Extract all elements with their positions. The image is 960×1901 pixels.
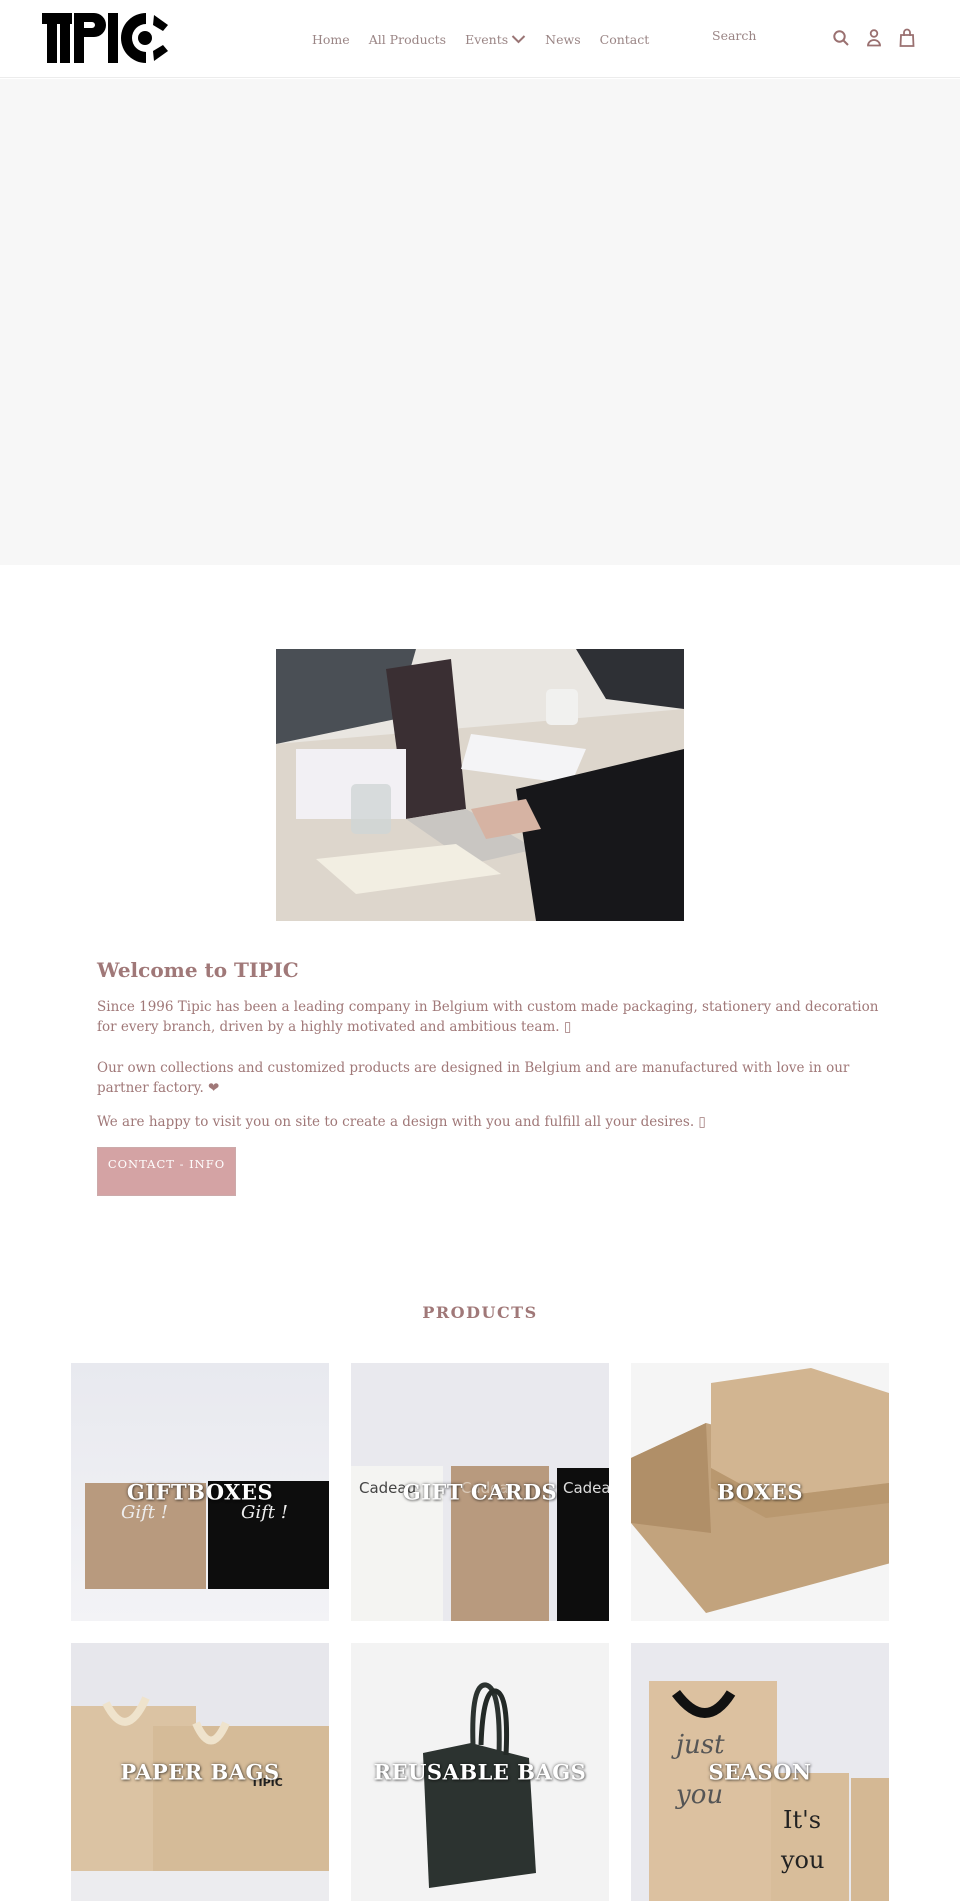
product-tile-paper-bags[interactable]: TIPIC PAPER BAGS [71, 1643, 329, 1901]
nav-contact-label: Contact [599, 31, 650, 47]
logo-mark-icon [42, 13, 168, 63]
header-icons [832, 28, 916, 48]
cart-icon[interactable] [898, 28, 916, 48]
search-input[interactable]: Search [712, 28, 812, 43]
product-label-gift-cards: GIFT CARDS [402, 1479, 558, 1505]
hero-banner [0, 79, 960, 565]
svg-text:Gift !: Gift ! [121, 1502, 168, 1523]
nav-home-label: Home [312, 31, 350, 47]
product-label-giftboxes: GIFTBOXES [126, 1479, 274, 1505]
nav-news-label: News [545, 31, 581, 47]
product-label-boxes: BOXES [716, 1479, 804, 1505]
product-tile-boxes[interactable]: BOXES [631, 1363, 889, 1621]
product-label-reusable-bags: REUSABLE BAGS [373, 1759, 587, 1785]
svg-text:just: just [671, 1730, 725, 1760]
tipic-logo[interactable] [42, 13, 176, 63]
product-tile-gift-cards[interactable]: Cadeau Cadeau Cadeau GIFT CARDS [351, 1363, 609, 1621]
about-paragraph-3: We are happy to visit you on site to cre… [97, 1114, 706, 1130]
site-header: Home All Products Events News Contact Se… [0, 0, 960, 78]
nav-home[interactable]: Home [312, 32, 350, 47]
product-label-paper-bags: PAPER BAGS [120, 1759, 280, 1785]
svg-text:you: you [675, 1780, 723, 1810]
nav-all-products-label: All Products [368, 31, 447, 47]
chevron-down-icon [511, 35, 526, 44]
nav-news[interactable]: News [545, 32, 580, 47]
product-label-season: SEASON [708, 1759, 812, 1785]
svg-text:you: you [780, 1846, 824, 1874]
about-image [276, 649, 684, 921]
products-heading: PRODUCTS [422, 1303, 538, 1322]
product-tile-giftboxes[interactable]: Gift ! Gift ! GIFTBOXES [71, 1363, 329, 1621]
svg-text:Gift !: Gift ! [241, 1502, 288, 1523]
main-nav: Home All Products Events News Contact [312, 0, 668, 78]
product-tile-season[interactable]: just you It's you SEASON [631, 1643, 889, 1901]
svg-text:It's: It's [783, 1806, 821, 1834]
office-photo-image [276, 649, 684, 921]
nav-events-label: Events [465, 31, 509, 47]
welcome-heading: Welcome to TIPIC [97, 958, 299, 982]
about-paragraph-2: Our own collections and customized produ… [97, 1060, 850, 1096]
account-icon[interactable] [865, 28, 883, 48]
about-paragraph-1: Since 1996 Tipic has been a leading comp… [97, 999, 879, 1035]
contact-info-button[interactable]: CONTACT - INFO [97, 1147, 236, 1196]
nav-contact[interactable]: Contact [600, 32, 650, 47]
nav-events[interactable]: Events [465, 32, 526, 47]
nav-all-products[interactable]: All Products [369, 32, 446, 47]
product-tile-reusable-bags[interactable]: REUSABLE BAGS [351, 1643, 609, 1901]
search-icon[interactable] [832, 28, 850, 48]
